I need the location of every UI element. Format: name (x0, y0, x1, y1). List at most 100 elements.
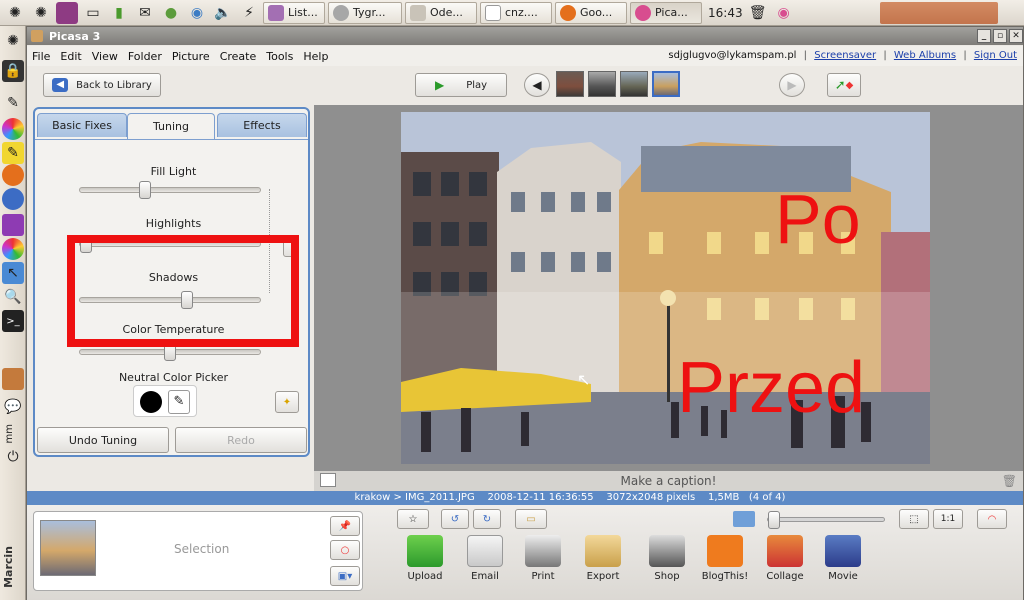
collage-action[interactable]: Collage (755, 535, 815, 582)
task-cnz[interactable]: cnz.... (480, 1, 552, 24)
emerald-icon[interactable] (2, 214, 24, 236)
email-action[interactable]: Email (455, 535, 515, 582)
trash-icon[interactable]: 🗑 (1002, 471, 1017, 491)
globe-icon[interactable] (2, 188, 24, 210)
menu-help[interactable]: Help (298, 50, 333, 63)
window-app-icon[interactable] (56, 1, 78, 24)
task-google[interactable]: Goo... (555, 1, 627, 24)
lock-icon[interactable]: 🔒 (2, 60, 24, 82)
settings-icon[interactable]: ✺ (30, 2, 52, 24)
tab-effects[interactable]: Effects (217, 113, 307, 137)
tab-tuning[interactable]: Tuning (127, 113, 215, 139)
task-ode[interactable]: Ode... (405, 1, 477, 24)
selection-label: Selection (174, 542, 230, 556)
tab-basic-fixes[interactable]: Basic Fixes (37, 113, 127, 137)
maximize-button[interactable]: ▫ (993, 29, 1007, 43)
magic-wand-button[interactable]: ✦ (275, 391, 299, 413)
network-icon[interactable]: ● (160, 2, 182, 24)
plug-icon[interactable]: ⚡ (238, 2, 260, 24)
zoom-knob[interactable] (768, 511, 780, 529)
chat-icon[interactable]: 💬 (2, 396, 24, 418)
tray-thumbnail[interactable] (40, 520, 96, 576)
previous-photo-button[interactable]: ◀ (524, 73, 550, 97)
thumbnail-2[interactable] (588, 71, 616, 97)
thumbnail-1[interactable] (556, 71, 584, 97)
picasa-tray-icon[interactable]: ◉ (773, 2, 795, 24)
notes-icon[interactable]: ✎ (2, 142, 24, 164)
editor-icon[interactable]: ✎ (2, 92, 24, 114)
menu-tools[interactable]: Tools (261, 50, 298, 63)
picasa-dock-icon-2[interactable] (2, 238, 24, 260)
task-list[interactable]: List... (263, 1, 325, 24)
add-to-album-button[interactable]: ▣▾ (330, 566, 360, 586)
thumbnail-4-selected[interactable] (652, 71, 680, 97)
email-icon (467, 535, 503, 567)
eyedropper-icon[interactable]: ✎ (168, 390, 190, 414)
trash-icon[interactable]: 🗑 (747, 2, 769, 24)
menu-edit[interactable]: Edit (55, 50, 86, 63)
monitor-icon[interactable]: ▭ (82, 2, 104, 24)
play-button[interactable]: ▶ Play (415, 73, 507, 97)
magnifier-icon[interactable]: 🔍 (2, 286, 24, 308)
upload-action[interactable]: Upload (395, 535, 455, 582)
shop-action[interactable]: Shop (637, 535, 697, 582)
terminal-icon[interactable]: >_ (2, 310, 24, 332)
camera-icon[interactable] (2, 368, 24, 390)
zoom-slider[interactable] (767, 511, 885, 529)
undo-tuning-button[interactable]: Undo Tuning (37, 427, 169, 453)
fit-button[interactable]: ⬚ (899, 509, 929, 529)
firefox-icon[interactable] (2, 164, 24, 186)
redo-button: Redo (175, 427, 307, 453)
caption-bar[interactable]: Make a caption! 🗑 (314, 471, 1023, 491)
fill-light-knob[interactable] (139, 181, 151, 199)
minimize-button[interactable]: _ (977, 29, 991, 43)
color-picker-box: ✎ (133, 385, 197, 417)
back-to-library-button[interactable]: ◀ Back to Library (43, 73, 161, 97)
tag-button[interactable]: ▭ (515, 509, 547, 529)
photo-preview[interactable]: Po Przed ↖ (401, 112, 930, 464)
star-button[interactable]: ☆ (397, 509, 429, 529)
thumbnail-3[interactable] (620, 71, 648, 97)
web-albums-link[interactable]: Web Albums (894, 50, 956, 61)
print-action[interactable]: Print (513, 535, 573, 582)
clear-button[interactable]: ○ (330, 540, 360, 560)
share-button[interactable]: ➚ ◆ (827, 73, 861, 97)
picasa-dock-icon[interactable] (2, 118, 24, 140)
rotate-left-button[interactable]: ↺ (441, 509, 469, 529)
workspace-switcher[interactable] (880, 2, 998, 24)
neutral-color-swatch[interactable] (140, 391, 162, 413)
chrome-like-icon[interactable]: ◉ (186, 2, 208, 24)
ubuntu-menu-icon[interactable]: ✺ (4, 2, 26, 24)
fill-light-slider[interactable] (79, 181, 261, 199)
upload-label: Upload (407, 571, 443, 582)
cursor-icon[interactable]: ↖ (2, 262, 24, 284)
rotate-right-button[interactable]: ↻ (473, 509, 501, 529)
menu-file[interactable]: File (27, 50, 55, 63)
export-action[interactable]: Export (573, 535, 633, 582)
volume-icon[interactable]: 🔈 (212, 2, 234, 24)
menu-picture[interactable]: Picture (167, 50, 215, 63)
menu-create[interactable]: Create (215, 50, 262, 63)
power-icon[interactable]: ⏻ (2, 446, 24, 468)
blogthis-action[interactable]: BlogThis! (695, 535, 755, 582)
neutral-color-picker-label: Neutral Color Picker (118, 371, 229, 384)
menu-folder[interactable]: Folder (123, 50, 167, 63)
clock[interactable]: 16:43 (708, 6, 743, 20)
battery-icon[interactable]: ▮ (108, 2, 130, 24)
mail-icon[interactable]: ✉ (134, 2, 156, 24)
movie-action[interactable]: Movie (813, 535, 873, 582)
menu-view[interactable]: View (87, 50, 123, 63)
actual-size-button[interactable]: 1:1 (933, 509, 963, 529)
color-button[interactable]: ◠ (977, 509, 1007, 529)
close-button[interactable]: ✕ (1009, 29, 1023, 43)
picasa-window: Picasa 3 _ ▫ ✕ File Edit View Folder Pic… (26, 26, 1024, 600)
color-temperature-slider[interactable] (79, 343, 261, 361)
task-tygr[interactable]: Tygr... (328, 1, 402, 24)
hold-button[interactable]: 📌 (330, 516, 360, 536)
ubuntu-icon[interactable]: ✺ (2, 30, 24, 52)
sign-out-link[interactable]: Sign Out (974, 50, 1017, 61)
screensaver-link[interactable]: Screensaver (814, 50, 876, 61)
movie-label: Movie (828, 571, 858, 582)
task-picasa[interactable]: Pica... (630, 1, 702, 24)
next-photo-button[interactable]: ▶ (779, 73, 805, 97)
